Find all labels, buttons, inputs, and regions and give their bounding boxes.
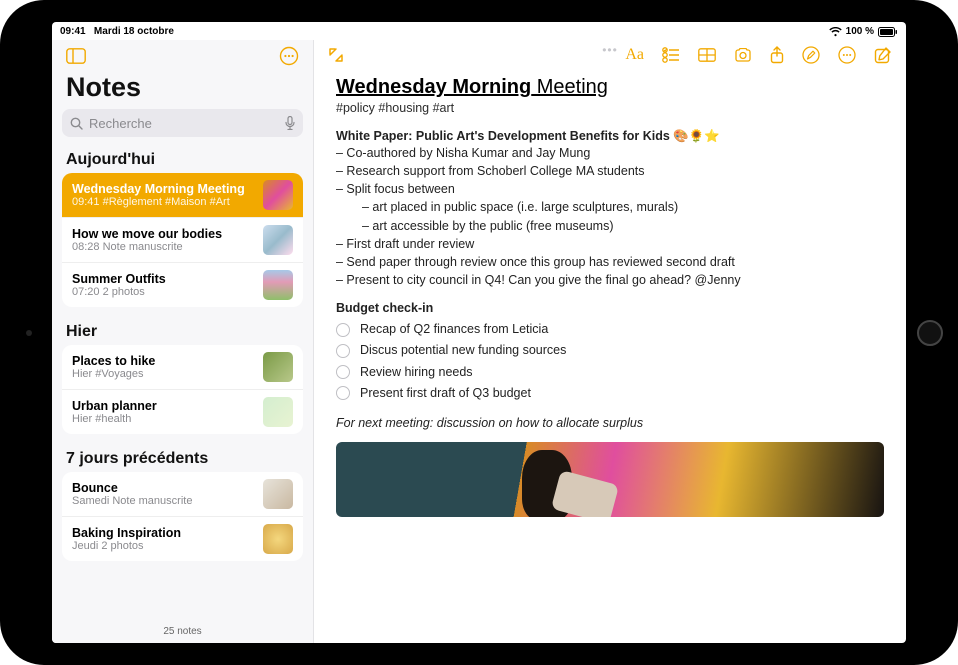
- body-line: – art accessible by the public (free mus…: [336, 217, 884, 235]
- note-body[interactable]: Wednesday Morning Meeting #policy #housi…: [314, 68, 906, 643]
- note-item-sub: Jeudi 2 photos: [72, 540, 255, 552]
- dictate-icon[interactable]: [285, 116, 295, 130]
- battery-percent: 100 %: [846, 26, 874, 37]
- share-icon[interactable]: [770, 46, 784, 64]
- body-line: – art placed in public space (i.e. large…: [336, 198, 884, 216]
- sidebar-title: Notes: [52, 70, 313, 109]
- note-list-item[interactable]: Urban plannerHier #health: [62, 389, 303, 434]
- note-item-title: Wednesday Morning Meeting: [72, 182, 255, 196]
- checklist-icon[interactable]: [662, 47, 680, 63]
- note-list-item[interactable]: Summer Outfits07:20 2 photos: [62, 262, 303, 307]
- paper-lines-2: – First draft under review– Send paper t…: [336, 235, 884, 289]
- markup-icon[interactable]: [802, 46, 820, 64]
- checklist-item[interactable]: Discus potential new funding sources: [336, 340, 884, 361]
- section-header: Hier: [52, 317, 313, 345]
- note-item-title: Urban planner: [72, 399, 255, 413]
- attached-photo[interactable]: [336, 442, 884, 517]
- search-icon: [70, 117, 83, 130]
- more-icon[interactable]: [838, 46, 856, 64]
- doc-title-bold: Wednesday Morning: [336, 76, 531, 98]
- body-line: – Split focus between: [336, 180, 884, 198]
- paper-indented: – art placed in public space (i.e. large…: [336, 198, 884, 234]
- note-thumbnail: [263, 524, 293, 554]
- note-item-sub: 07:20 2 photos: [72, 286, 255, 298]
- budget-heading: Budget check-in: [336, 301, 884, 315]
- wifi-icon: [829, 27, 842, 37]
- body-line: – First draft under review: [336, 235, 884, 253]
- table-icon[interactable]: [698, 48, 716, 62]
- body-line: – Co-authored by Nisha Kumar and Jay Mun…: [336, 144, 884, 162]
- note-item-title: Summer Outfits: [72, 272, 255, 286]
- checklist-item[interactable]: Review hiring needs: [336, 362, 884, 383]
- note-list-item[interactable]: Places to hikeHier #Voyages: [62, 345, 303, 389]
- doc-title: Wednesday Morning Meeting: [336, 76, 884, 99]
- section-header: 7 jours précédents: [52, 444, 313, 472]
- checkbox-icon[interactable]: [336, 365, 350, 379]
- note-thumbnail: [263, 397, 293, 427]
- note-item-sub: Hier #Voyages: [72, 368, 255, 380]
- camera-icon[interactable]: [734, 48, 752, 62]
- paper-heading: White Paper: Public Art's Development Be…: [336, 129, 884, 144]
- section-header: Aujourd'hui: [52, 145, 313, 173]
- sidebar: Notes Recherche Aujourd'huiWednesday Mor…: [52, 40, 314, 643]
- checklist-label: Present first draft of Q3 budget: [360, 383, 531, 404]
- body-line: – Research support from Schoberl College…: [336, 162, 884, 180]
- status-time: 09:41: [60, 26, 86, 37]
- note-item-sub: 08:28 Note manuscrite: [72, 241, 255, 253]
- checkbox-icon[interactable]: [336, 344, 350, 358]
- search-placeholder: Recherche: [89, 116, 152, 131]
- note-editor: ••• Aa: [314, 40, 906, 643]
- note-item-sub: 09:41 #Règlement #Maison #Art: [72, 196, 255, 208]
- note-thumbnail: [263, 180, 293, 210]
- checkbox-icon[interactable]: [336, 386, 350, 400]
- note-list-item[interactable]: Wednesday Morning Meeting09:41 #Règlemen…: [62, 173, 303, 217]
- screen: 09:41 Mardi 18 octobre 100 %: [52, 22, 906, 643]
- multitask-handle-icon[interactable]: •••: [602, 43, 618, 57]
- note-item-title: How we move our bodies: [72, 227, 255, 241]
- note-item-title: Bounce: [72, 481, 255, 495]
- more-options-icon[interactable]: [279, 46, 299, 66]
- doc-title-rest: Meeting: [531, 76, 608, 98]
- ipad-frame: 09:41 Mardi 18 octobre 100 %: [0, 0, 958, 665]
- sidebar-toolbar: [52, 40, 313, 70]
- text-format-icon[interactable]: Aa: [625, 46, 644, 64]
- checklist: Recap of Q2 finances from LeticiaDiscus …: [336, 319, 884, 404]
- home-button[interactable]: [917, 320, 943, 346]
- note-list-item[interactable]: Baking InspirationJeudi 2 photos: [62, 516, 303, 561]
- status-date: Mardi 18 octobre: [94, 26, 174, 37]
- status-right: 100 %: [829, 26, 898, 37]
- note-item-sub: Hier #health: [72, 413, 255, 425]
- checklist-item[interactable]: Present first draft of Q3 budget: [336, 383, 884, 404]
- note-item-title: Places to hike: [72, 354, 255, 368]
- expand-icon[interactable]: [328, 47, 344, 63]
- note-list-item[interactable]: How we move our bodies08:28 Note manuscr…: [62, 217, 303, 262]
- battery-icon: [878, 27, 898, 37]
- note-thumbnail: [263, 479, 293, 509]
- checklist-label: Review hiring needs: [360, 362, 473, 383]
- note-thumbnail: [263, 270, 293, 300]
- checklist-label: Recap of Q2 finances from Leticia: [360, 319, 548, 340]
- checklist-label: Discus potential new funding sources: [360, 340, 566, 361]
- body-line: – Present to city council in Q4! Can you…: [336, 271, 884, 289]
- note-sections: Aujourd'huiWednesday Morning Meeting09:4…: [52, 145, 313, 571]
- status-bar: 09:41 Mardi 18 octobre 100 %: [52, 22, 906, 40]
- status-left: 09:41 Mardi 18 octobre: [60, 26, 174, 37]
- note-thumbnail: [263, 225, 293, 255]
- next-meeting-note: For next meeting: discussion on how to a…: [336, 416, 884, 430]
- note-thumbnail: [263, 352, 293, 382]
- front-camera: [26, 330, 32, 336]
- note-item-title: Baking Inspiration: [72, 526, 255, 540]
- body-line: – Send paper through review once this gr…: [336, 253, 884, 271]
- checklist-item[interactable]: Recap of Q2 finances from Leticia: [336, 319, 884, 340]
- search-input[interactable]: Recherche: [62, 109, 303, 137]
- note-list-item[interactable]: BounceSamedi Note manuscrite: [62, 472, 303, 516]
- notes-count: 25 notes: [52, 622, 313, 643]
- note-item-sub: Samedi Note manuscrite: [72, 495, 255, 507]
- checkbox-icon[interactable]: [336, 323, 350, 337]
- doc-hashtags: #policy #housing #art: [336, 101, 884, 115]
- compose-icon[interactable]: [874, 46, 892, 64]
- paper-lines: – Co-authored by Nisha Kumar and Jay Mun…: [336, 144, 884, 198]
- sidebar-toggle-icon[interactable]: [66, 48, 86, 64]
